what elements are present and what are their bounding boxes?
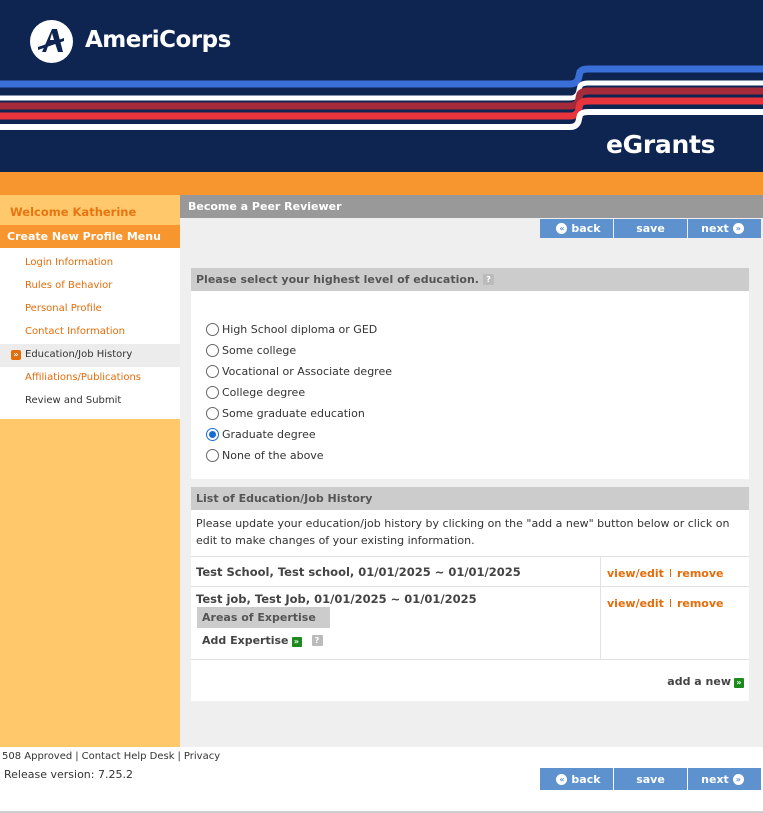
next-arrow-icon: » (732, 773, 744, 785)
education-options: High School diploma or GED Some college … (191, 291, 749, 466)
history-heading: List of Education/Job History (191, 487, 749, 510)
site-header: AmeriCorps eGrants (0, 0, 763, 172)
radio-option-some-graduate[interactable]: Some graduate education (191, 403, 749, 424)
footer-link-508[interactable]: 508 Approved (2, 751, 72, 762)
sidebar-item-education-job-history[interactable]: » Education/Job History (0, 344, 180, 367)
page-title: Become a Peer Reviewer (180, 195, 763, 218)
sidebar-item-personal-profile[interactable]: Personal Profile (0, 298, 180, 321)
radio-option-high-school[interactable]: High School diploma or GED (191, 319, 749, 340)
header-orange-bar (0, 172, 763, 195)
sidebar: Welcome Katherine Create New Profile Men… (0, 195, 180, 747)
help-icon[interactable]: ? (482, 274, 494, 285)
history-entry-row: Test job, Test Job, 01/01/2025 ~ 01/01/2… (191, 587, 749, 660)
bottom-button-row: «back save next» (540, 768, 761, 790)
education-level-heading: Please select your highest level of educ… (191, 268, 749, 291)
radio-option-college-degree[interactable]: College degree (191, 382, 749, 403)
radio-option-none[interactable]: None of the above (191, 445, 749, 466)
sidebar-item-label: Education/Job History (25, 349, 133, 360)
history-entry-actions: view/edit remove (607, 597, 724, 610)
header-stripes (0, 65, 763, 130)
welcome-message: Welcome Katherine (0, 195, 180, 225)
radio-option-graduate-degree[interactable]: Graduate degree (191, 424, 749, 445)
next-button[interactable]: next» (688, 219, 761, 238)
help-icon[interactable]: ? (311, 635, 323, 646)
menu-title: Create New Profile Menu (0, 225, 180, 248)
remove-link[interactable]: remove (677, 567, 724, 580)
radio-option-vocational[interactable]: Vocational or Associate degree (191, 361, 749, 382)
history-entry-title: Test School, Test school, 01/01/2025 ~ 0… (196, 565, 521, 579)
history-entry-actions: view/edit remove (607, 567, 724, 580)
add-expertise-link[interactable]: Add Expertise»? (202, 634, 323, 647)
next-button[interactable]: next» (688, 768, 761, 790)
separator (669, 569, 671, 577)
logo-text: AmeriCorps (85, 27, 231, 53)
top-button-row: «back save next» (540, 219, 761, 238)
add-new-button[interactable]: add a new» (667, 675, 744, 688)
current-step-arrow-icon: » (11, 350, 21, 360)
view-edit-link[interactable]: view/edit (607, 567, 664, 580)
radio-button[interactable] (206, 365, 219, 378)
sidebar-item-contact-information[interactable]: Contact Information (0, 321, 180, 344)
footer-link-privacy[interactable]: Privacy (184, 751, 220, 762)
egrants-title: eGrants (606, 130, 716, 159)
radio-button[interactable] (206, 344, 219, 357)
radio-button[interactable] (206, 323, 219, 336)
radio-button[interactable] (206, 449, 219, 462)
sidebar-item-rules-of-behavior[interactable]: Rules of Behavior (0, 275, 180, 298)
radio-option-some-college[interactable]: Some college (191, 340, 749, 361)
education-level-panel: Please select your highest level of educ… (191, 268, 749, 479)
back-arrow-icon: « (556, 773, 568, 785)
profile-menu: Login Information Rules of Behavior Pers… (0, 248, 180, 419)
americorps-logo-icon (30, 20, 73, 63)
history-panel: List of Education/Job History Please upd… (191, 487, 749, 701)
sidebar-item-login-information[interactable]: Login Information (0, 252, 180, 275)
add-arrow-icon: » (291, 637, 302, 647)
back-button[interactable]: «back (540, 219, 613, 238)
save-button[interactable]: save (614, 768, 687, 790)
footer-links: 508 Approved | Contact Help Desk | Privacy (2, 751, 221, 762)
radio-button[interactable] (206, 386, 219, 399)
release-version: Release version: 7.25.2 (4, 768, 133, 781)
radio-button-selected[interactable] (206, 428, 219, 441)
view-edit-link[interactable]: view/edit (607, 597, 664, 610)
sidebar-item-affiliations-publications[interactable]: Affiliations/Publications (0, 367, 180, 390)
remove-link[interactable]: remove (677, 597, 724, 610)
separator (669, 599, 671, 607)
history-instructions: Please update your education/job history… (191, 510, 749, 557)
history-entry-title: Test job, Test Job, 01/01/2025 ~ 01/01/2… (196, 592, 477, 606)
history-entry-row: Test School, Test school, 01/01/2025 ~ 0… (191, 557, 749, 587)
back-button[interactable]: «back (540, 768, 613, 790)
back-arrow-icon: « (556, 223, 568, 234)
save-button[interactable]: save (614, 219, 687, 238)
main-content: Become a Peer Reviewer «back save next» … (180, 195, 763, 747)
radio-button[interactable] (206, 407, 219, 420)
sidebar-item-review-and-submit: Review and Submit (25, 395, 122, 406)
add-arrow-icon: » (734, 678, 744, 688)
footer-link-help-desk[interactable]: Contact Help Desk (82, 751, 175, 762)
add-new-row: add a new» (191, 660, 749, 700)
next-arrow-icon: » (732, 223, 744, 234)
areas-of-expertise-label: Areas of Expertise (197, 607, 330, 628)
